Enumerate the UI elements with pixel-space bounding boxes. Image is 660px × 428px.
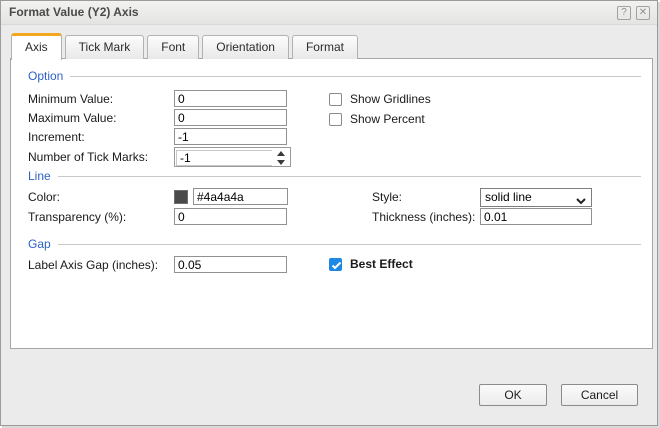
format-axis-dialog: Format Value (Y2) Axis ? ✕ Axis Tick Mar…: [0, 0, 658, 426]
help-icon[interactable]: ?: [617, 6, 631, 20]
transparency-input[interactable]: [174, 208, 287, 225]
best-effect-checkbox[interactable]: Best Effect: [329, 257, 413, 271]
stepper-arrows: [277, 151, 287, 165]
stepper-up-icon[interactable]: [277, 151, 285, 156]
label-axis-gap-input[interactable]: [174, 256, 287, 273]
line-section-header: Line: [28, 169, 641, 183]
style-select-value: solid line: [485, 190, 532, 204]
tab-tick-mark[interactable]: Tick Mark: [64, 35, 145, 59]
section-divider: [70, 76, 641, 77]
thickness-label: Thickness (inches):: [372, 210, 476, 224]
checkbox-box[interactable]: [329, 112, 342, 126]
option-section-title: Option: [28, 69, 64, 83]
maximum-value-label: Maximum Value:: [28, 111, 117, 125]
minimum-value-input[interactable]: [174, 90, 287, 107]
increment-input[interactable]: [174, 128, 287, 145]
minimum-value-label: Minimum Value:: [28, 92, 114, 106]
dialog-title: Format Value (Y2) Axis: [9, 5, 139, 19]
checkbox-box-checked[interactable]: [329, 257, 342, 271]
label-axis-gap-label: Label Axis Gap (inches):: [28, 258, 159, 272]
tab-axis[interactable]: Axis: [11, 33, 62, 60]
color-swatch[interactable]: [174, 190, 188, 204]
increment-label: Increment:: [28, 130, 85, 144]
transparency-label: Transparency (%):: [28, 210, 127, 224]
tab-format[interactable]: Format: [291, 35, 358, 59]
stepper-down-icon[interactable]: [277, 160, 285, 165]
line-section-title: Line: [28, 169, 51, 183]
number-of-tick-marks-stepper: [174, 147, 291, 167]
tab-bar: Axis Tick Mark Font Orientation Format: [11, 32, 361, 60]
axis-tab-panel: Option Minimum Value: Maximum Value: Inc…: [10, 58, 653, 349]
best-effect-label: Best Effect: [350, 257, 413, 271]
style-select[interactable]: solid line: [480, 188, 592, 207]
section-divider: [57, 244, 641, 245]
color-label: Color:: [28, 190, 61, 204]
gap-section-title: Gap: [28, 237, 51, 251]
titlebar-buttons: ? ✕: [617, 6, 650, 20]
ok-button[interactable]: OK: [479, 384, 547, 406]
close-icon[interactable]: ✕: [636, 6, 650, 20]
option-section-header: Option: [28, 69, 641, 83]
show-gridlines-checkbox[interactable]: Show Gridlines: [329, 92, 431, 106]
show-percent-label: Show Percent: [350, 112, 425, 126]
section-divider: [57, 176, 641, 177]
tab-orientation[interactable]: Orientation: [202, 35, 289, 59]
color-input[interactable]: [193, 188, 288, 205]
maximum-value-input[interactable]: [174, 109, 287, 126]
cancel-button[interactable]: Cancel: [561, 384, 638, 406]
show-gridlines-label: Show Gridlines: [350, 92, 431, 106]
tab-font[interactable]: Font: [147, 35, 200, 59]
show-percent-checkbox[interactable]: Show Percent: [329, 112, 425, 126]
titlebar: Format Value (Y2) Axis ? ✕: [1, 1, 657, 25]
number-of-tick-marks-input[interactable]: [176, 150, 272, 166]
gap-section-header: Gap: [28, 237, 641, 251]
checkbox-box[interactable]: [329, 92, 342, 106]
thickness-input[interactable]: [480, 208, 592, 225]
style-label: Style:: [372, 190, 403, 204]
number-of-tick-marks-label: Number of Tick Marks:: [28, 150, 149, 164]
